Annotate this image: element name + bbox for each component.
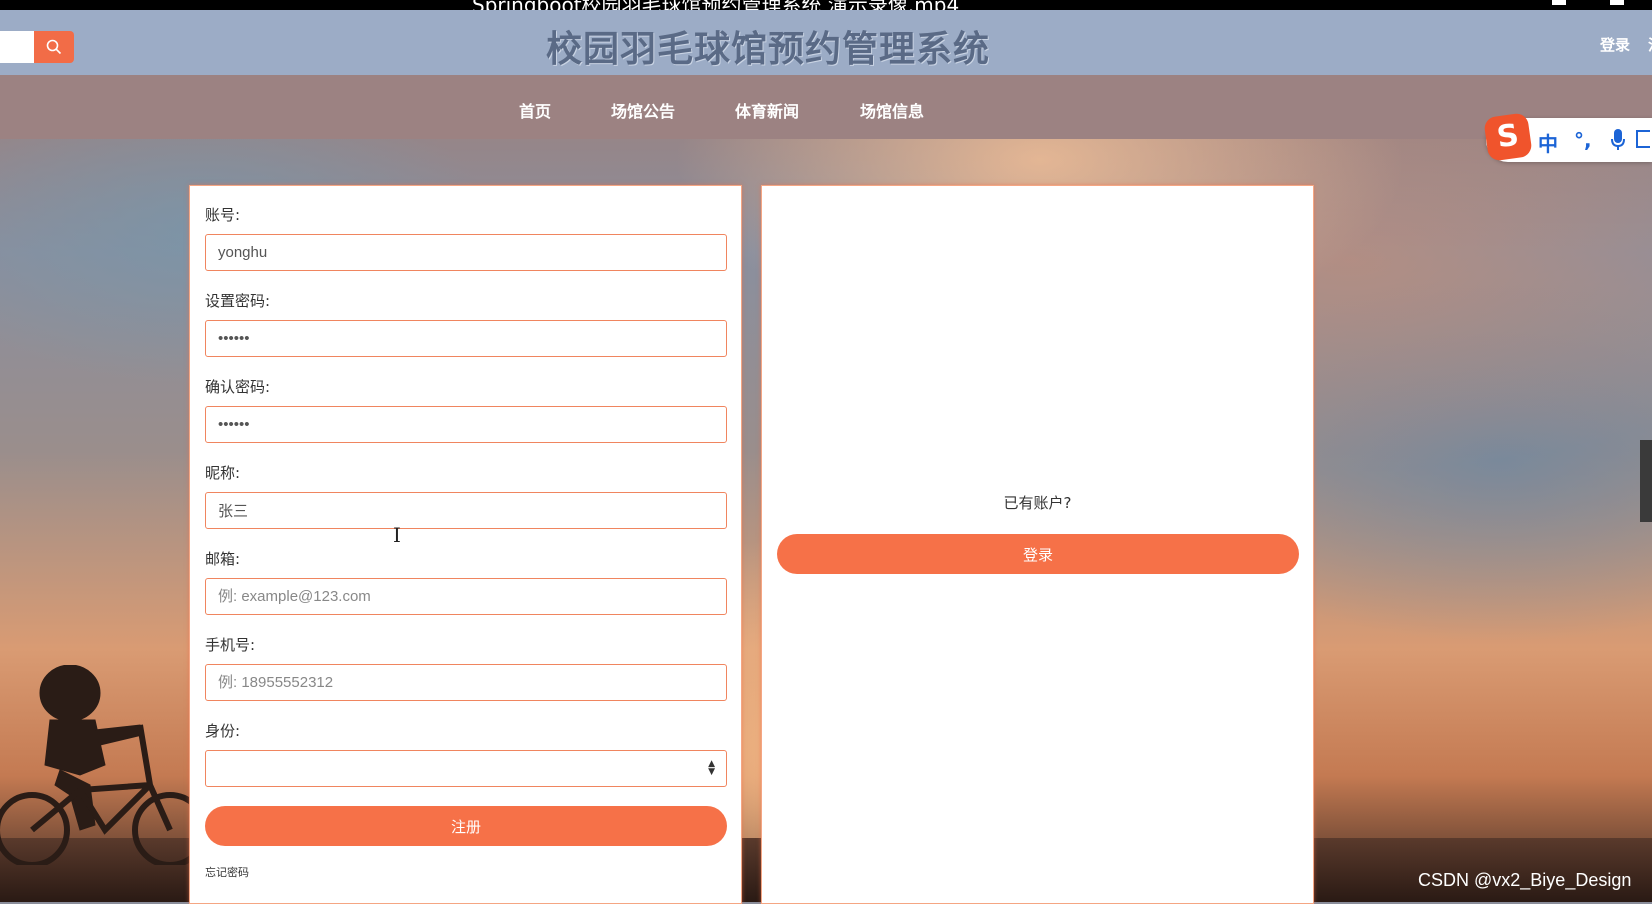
ime-mode-indicator[interactable]: 中 [1538,128,1558,157]
watermark: CSDN @vx2_Biye_Design [1418,870,1632,890]
ime-keyboard-icon[interactable] [1636,130,1650,148]
nav-item-home[interactable]: 首页 [519,98,551,122]
login-button[interactable]: 登录 [777,534,1299,574]
role-select-wrapper: ▲ ▼ [205,750,727,787]
email-label: 邮箱: [205,550,241,568]
side-scroll-handle[interactable] [1640,440,1652,522]
nav-item-announcements[interactable]: 场馆公告 [611,98,675,122]
nav-item-venue-info[interactable]: 场馆信息 [860,98,924,122]
account-label: 账号: [205,206,241,224]
password-label: 设置密码: [205,292,271,310]
confirm-password-label: 确认密码: [205,378,271,396]
close-icon[interactable] [1610,0,1624,5]
nickname-label: 昵称: [205,464,241,482]
header-register-link[interactable]: 注 [1648,34,1652,55]
nickname-field[interactable] [205,492,727,529]
microphone-icon[interactable] [1610,128,1626,152]
password-field[interactable] [205,320,727,357]
login-card: 已有账户? 登录 [761,185,1314,904]
register-card: 账号: 设置密码: 确认密码: 昵称: 邮箱: 手机号: 身份: ▲▼ 注册 忘… [189,185,742,904]
cyclist-silhouette [0,665,200,865]
text-cursor-icon: I [393,523,401,547]
ime-punct-indicator[interactable]: °, [1574,128,1592,152]
site-header: 校园羽毛球馆预约管理系统 登录 注 [0,10,1652,75]
phone-field[interactable] [205,664,727,701]
phone-label: 手机号: [205,636,256,654]
video-title-bar: Springboot校园羽毛球馆预约管理系统 演示录像.mp4 [0,0,1652,10]
role-select[interactable] [205,750,727,787]
header-login-link[interactable]: 登录 [1600,34,1630,55]
site-title: 校园羽毛球馆预约管理系统 [545,28,990,70]
account-field[interactable] [205,234,727,271]
have-account-prompt: 已有账户? [1003,494,1072,512]
ime-toolbar[interactable]: S 中 °, [1483,112,1652,162]
restore-icon[interactable] [1552,0,1566,5]
ime-logo-icon: S [1483,112,1533,162]
register-button[interactable]: 注册 [205,806,727,846]
role-label: 身份: [205,722,241,740]
main-nav: 首页 场馆公告 体育新闻 场馆信息 [0,75,1652,139]
forgot-password-link[interactable]: 忘记密码 [205,864,249,880]
confirm-password-field[interactable] [205,406,727,443]
nav-item-sports-news[interactable]: 体育新闻 [735,98,799,122]
video-title: Springboot校园羽毛球馆预约管理系统 演示录像.mp4 [472,0,959,10]
email-field[interactable] [205,578,727,615]
